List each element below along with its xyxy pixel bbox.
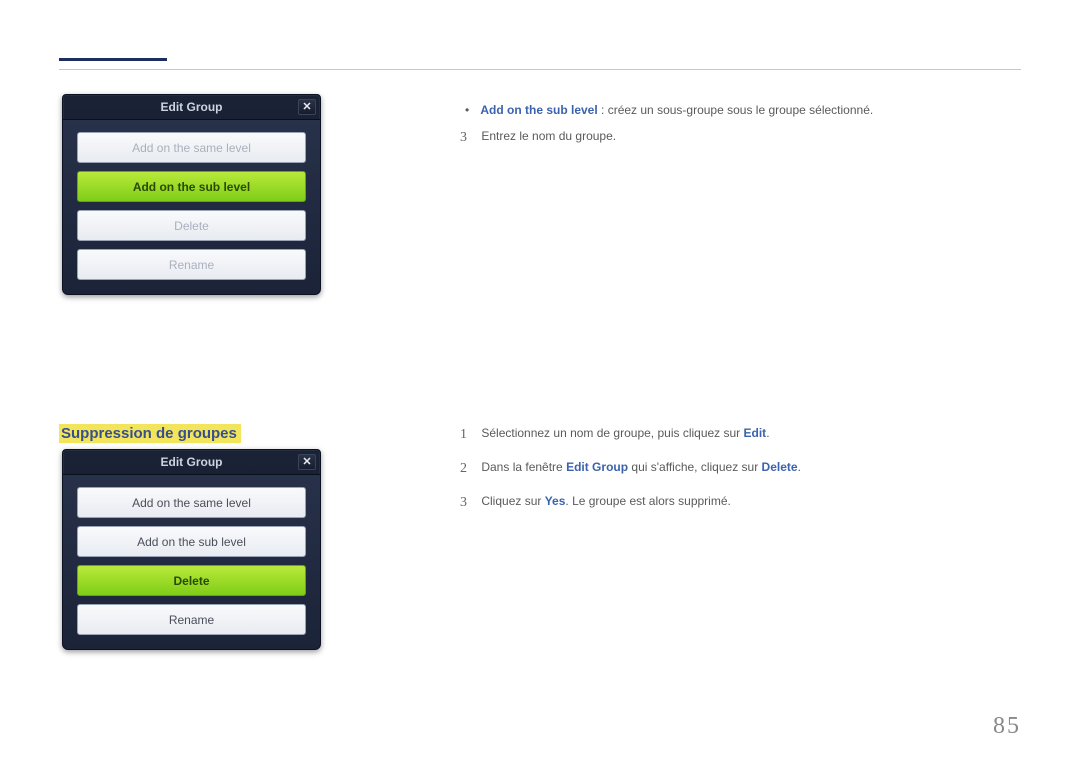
edit-group-ref: Edit Group [566,460,628,474]
txt: . [766,426,769,440]
edit-group-dialog-2: Edit Group ✕ Add on the same level Add o… [62,449,321,650]
step-number: 1 [460,425,478,445]
close-icon[interactable]: ✕ [298,454,316,470]
dialog-title-text: Edit Group [161,455,223,469]
delete-ref: Delete [762,460,798,474]
step-text: Dans la fenêtre Edit Group qui s'affiche… [481,459,801,476]
yes-ref: Yes [545,494,566,508]
option-delete[interactable]: Delete [77,210,306,241]
option-add-sub-level[interactable]: Add on the sub level [77,171,306,202]
header-rule [59,69,1021,70]
dialog-title: Edit Group ✕ [63,450,320,475]
dialog-title-text: Edit Group [161,100,223,114]
step-number: 2 [460,459,478,479]
step-text: Sélectionnez un nom de groupe, puis cliq… [481,425,769,442]
bullet-label: Add on the sub level [480,103,597,117]
option-delete[interactable]: Delete [77,565,306,596]
step-1: 1 Sélectionnez un nom de groupe, puis cl… [460,425,1020,445]
step-2: 2 Dans la fenêtre Edit Group qui s'affic… [460,459,1020,479]
edit-link: Edit [744,426,767,440]
close-icon[interactable]: ✕ [298,99,316,115]
option-add-same-level[interactable]: Add on the same level [77,487,306,518]
option-rename[interactable]: Rename [77,249,306,280]
step-text: Entrez le nom du groupe. [481,128,616,145]
txt: qui s'affiche, cliquez sur [628,460,761,474]
edit-group-dialog-1: Edit Group ✕ Add on the same level Add o… [62,94,321,295]
bullet-text: : créez un sous-groupe sous le groupe sé… [598,103,874,117]
dialog-body: Add on the same level Add on the sub lev… [63,475,320,649]
step-number: 3 [460,128,478,148]
step-text: Cliquez sur Yes. Le groupe est alors sup… [481,493,730,510]
txt: Cliquez sur [481,494,544,508]
bullet-add-sub-level: • Add on the sub level : créez un sous-g… [465,102,1025,119]
section-heading-suppression: Suppression de groupes [59,424,241,443]
bullet-dot: • [465,102,477,119]
dialog-body: Add on the same level Add on the sub lev… [63,120,320,294]
txt: Dans la fenêtre [481,460,566,474]
step-3-enter-name: 3 Entrez le nom du groupe. [460,128,1020,148]
txt: . Le groupe est alors supprimé. [565,494,730,508]
step-3: 3 Cliquez sur Yes. Le groupe est alors s… [460,493,1020,513]
option-rename[interactable]: Rename [77,604,306,635]
step-number: 3 [460,493,478,513]
option-add-sub-level[interactable]: Add on the sub level [77,526,306,557]
option-add-same-level[interactable]: Add on the same level [77,132,306,163]
page-number: 85 [993,713,1021,740]
dialog-title: Edit Group ✕ [63,95,320,120]
txt: . [798,460,801,474]
header-accent [59,58,167,61]
txt: Sélectionnez un nom de groupe, puis cliq… [481,426,743,440]
